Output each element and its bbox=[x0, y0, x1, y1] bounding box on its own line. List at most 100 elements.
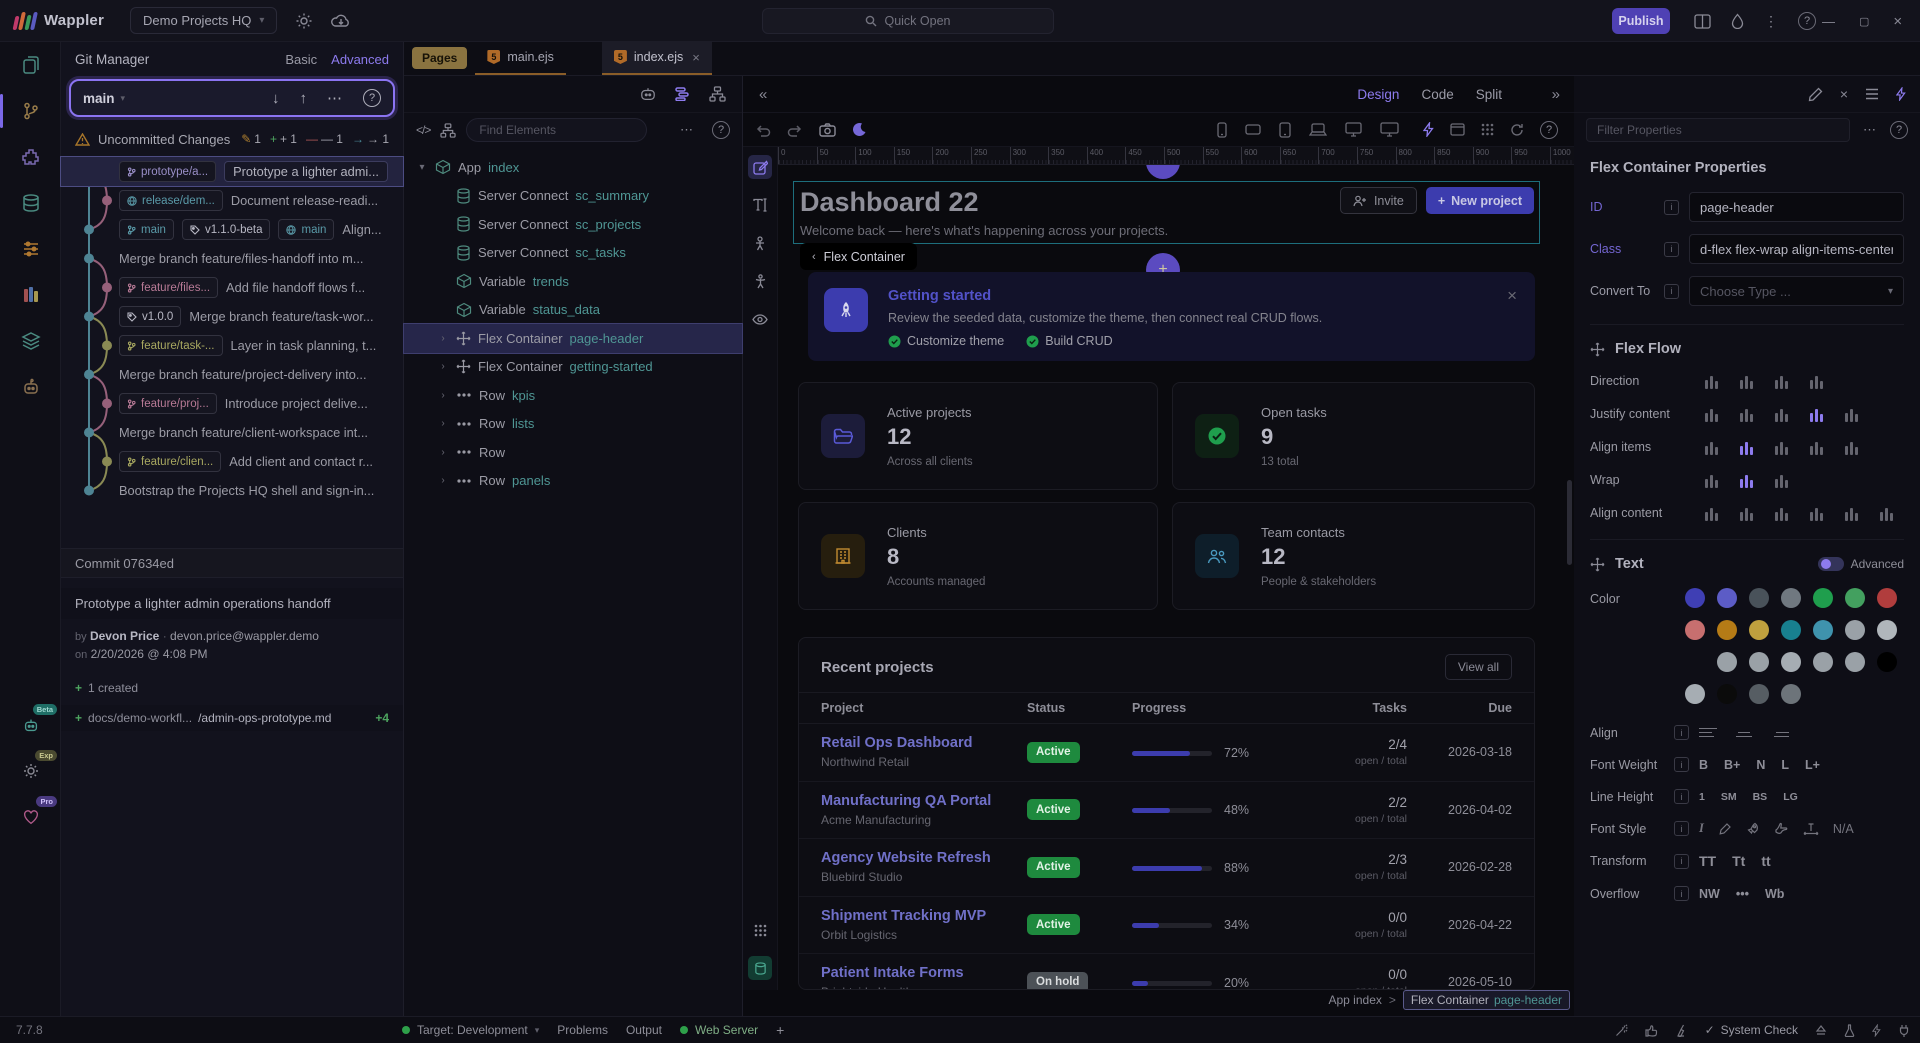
project-name[interactable]: Retail Ops Dashboard bbox=[821, 735, 1027, 751]
device-desktop-icon[interactable] bbox=[1345, 122, 1362, 137]
color-swatch[interactable] bbox=[1845, 588, 1865, 608]
redo-icon[interactable] bbox=[787, 123, 803, 137]
align-content-option-icon[interactable] bbox=[1805, 505, 1827, 521]
align-content-option-icon[interactable] bbox=[1700, 505, 1722, 521]
tab-index-ejs[interactable]: 5 index.ejs × bbox=[602, 41, 712, 75]
table-row[interactable]: Patient Intake FormsBrightside HealthOn … bbox=[799, 954, 1534, 990]
font-weight-option[interactable]: B+ bbox=[1724, 758, 1740, 772]
color-swatch[interactable] bbox=[1813, 620, 1833, 640]
tree-item-row[interactable]: ›Row bbox=[404, 438, 742, 467]
branch-badge[interactable]: feature/files... bbox=[119, 277, 218, 298]
device-phone-landscape-icon[interactable] bbox=[1245, 124, 1261, 135]
branch-badge[interactable]: feature/clien... bbox=[119, 451, 221, 472]
live-refresh-bolt-icon[interactable] bbox=[1423, 122, 1434, 137]
web-server-status[interactable]: Web Server bbox=[680, 1023, 758, 1037]
color-swatch[interactable] bbox=[1781, 588, 1801, 608]
caret-closed-icon[interactable]: › bbox=[437, 475, 449, 486]
outline-list-icon[interactable] bbox=[675, 87, 691, 101]
table-row[interactable]: Manufacturing QA PortalAcme Manufacturin… bbox=[799, 782, 1534, 840]
align-items-option-icon[interactable] bbox=[1735, 439, 1757, 455]
color-swatch[interactable] bbox=[1749, 652, 1769, 672]
wrap-option-icon[interactable] bbox=[1700, 472, 1722, 488]
kpi-card-active-projects[interactable]: Active projects12Across all clients bbox=[798, 382, 1158, 490]
git-mode-advanced[interactable]: Advanced bbox=[331, 52, 389, 67]
align-content-option-icon[interactable] bbox=[1735, 505, 1757, 521]
caret-closed-icon[interactable]: › bbox=[437, 390, 449, 401]
remote-badge[interactable]: main bbox=[278, 219, 334, 240]
id-input[interactable] bbox=[1689, 192, 1904, 222]
collapse-left-icon[interactable]: « bbox=[759, 86, 767, 103]
canvas-scrollbar-thumb[interactable] bbox=[1567, 480, 1572, 565]
rail-styles-icon[interactable] bbox=[0, 272, 61, 318]
system-check-button[interactable]: ✓System Check bbox=[1705, 1023, 1798, 1037]
wrap-option-icon[interactable] bbox=[1770, 472, 1792, 488]
align-items-option-icon[interactable] bbox=[1805, 439, 1827, 455]
banner-close-icon[interactable]: × bbox=[1507, 286, 1517, 306]
color-swatch[interactable] bbox=[1685, 620, 1705, 640]
changed-file-row[interactable]: + docs/demo-workfl... /admin-ops-prototy… bbox=[61, 705, 403, 731]
customize-theme-link[interactable]: Customize theme bbox=[888, 334, 1004, 348]
commit-row[interactable]: prototype/a...Prototype a lighter admi..… bbox=[61, 157, 403, 186]
ai-assistant-icon[interactable] bbox=[639, 86, 657, 102]
new-project-button[interactable]: + New project bbox=[1426, 187, 1534, 214]
device-laptop-icon[interactable] bbox=[1309, 123, 1327, 137]
cloud-sync-icon[interactable] bbox=[331, 13, 351, 29]
window-minimize-icon[interactable]: — bbox=[1822, 14, 1835, 29]
bolt-icon[interactable] bbox=[1872, 1024, 1881, 1037]
commit-row[interactable]: feature/clien...Add client and contact r… bbox=[61, 447, 403, 476]
delete-x-icon[interactable]: × bbox=[1840, 86, 1848, 102]
filter-properties-input[interactable] bbox=[1586, 118, 1850, 142]
color-swatch[interactable] bbox=[1717, 620, 1737, 640]
align-items-option-icon[interactable] bbox=[1840, 439, 1862, 455]
font-weight-option[interactable]: B bbox=[1699, 758, 1708, 772]
rail-git-icon[interactable] bbox=[0, 88, 61, 134]
kpi-card-open-tasks[interactable]: Open tasks913 total bbox=[1172, 382, 1535, 490]
insert-element-button[interactable]: + bbox=[1146, 165, 1180, 179]
table-row[interactable]: Agency Website RefreshBluebird StudioAct… bbox=[799, 839, 1534, 897]
rail-extensions-icon[interactable] bbox=[0, 134, 61, 180]
color-swatch[interactable] bbox=[1717, 588, 1737, 608]
wrap-option-icon[interactable] bbox=[1735, 472, 1757, 488]
color-swatch[interactable] bbox=[1717, 684, 1737, 704]
project-name[interactable]: Shipment Tracking MVP bbox=[821, 908, 1027, 924]
tree-item-sc_summary[interactable]: Server Connectsc_summary bbox=[404, 182, 742, 211]
project-name[interactable]: Patient Intake Forms bbox=[821, 965, 1027, 981]
align-right-icon[interactable] bbox=[1771, 728, 1789, 738]
caret-closed-icon[interactable]: › bbox=[437, 361, 449, 372]
eject-icon[interactable] bbox=[1815, 1024, 1827, 1036]
breadcrumb-current-element[interactable]: Flex Container page-header bbox=[1403, 990, 1570, 1010]
branch-badge[interactable]: feature/task-... bbox=[119, 335, 223, 356]
commit-row[interactable]: feature/files...Add file handoff flows f… bbox=[61, 273, 403, 302]
project-selector[interactable]: Demo Projects HQ ▾ bbox=[130, 7, 277, 34]
tree-item-sc_projects[interactable]: Server Connectsc_projects bbox=[404, 210, 742, 239]
canvas-help-icon[interactable]: ? bbox=[1540, 121, 1558, 139]
justify-content-option-icon[interactable] bbox=[1805, 406, 1827, 422]
flask-icon[interactable] bbox=[1844, 1024, 1855, 1037]
remote-badge[interactable]: release/dem... bbox=[119, 190, 223, 211]
justify-content-option-icon[interactable] bbox=[1700, 406, 1722, 422]
color-swatch[interactable] bbox=[1813, 588, 1833, 608]
components-icon[interactable] bbox=[440, 123, 456, 138]
tree-item-trends[interactable]: Variabletrends bbox=[404, 267, 742, 296]
direction-option-icon[interactable] bbox=[1770, 373, 1792, 389]
rail-assistant-icon[interactable] bbox=[0, 364, 61, 410]
branch-badge[interactable]: main bbox=[119, 219, 174, 240]
hand-icon[interactable] bbox=[1774, 822, 1789, 835]
align-content-option-icon[interactable] bbox=[1875, 505, 1897, 521]
window-maximize-icon[interactable]: ▢ bbox=[1859, 15, 1869, 28]
line-height-option[interactable]: LG bbox=[1783, 791, 1798, 803]
view-split[interactable]: Split bbox=[1476, 87, 1502, 102]
output-button[interactable]: Output bbox=[626, 1023, 662, 1037]
quick-open-search[interactable]: Quick Open bbox=[762, 8, 1054, 34]
publish-button[interactable]: Publish bbox=[1612, 8, 1670, 34]
open-browser-icon[interactable] bbox=[1450, 123, 1465, 136]
find-elements-input[interactable] bbox=[466, 118, 647, 142]
view-all-button[interactable]: View all bbox=[1445, 654, 1512, 680]
line-height-option[interactable]: SM bbox=[1721, 791, 1737, 803]
more-options-icon[interactable]: ⋯ bbox=[680, 122, 694, 138]
window-close-icon[interactable]: × bbox=[1893, 13, 1902, 30]
branch-badge[interactable]: prototype/a... bbox=[119, 161, 216, 182]
breadcrumb-app-index[interactable]: App index bbox=[1329, 993, 1382, 1007]
target-selector[interactable]: Target: Development▾ bbox=[402, 1023, 539, 1037]
structure-diagram-icon[interactable] bbox=[709, 86, 726, 102]
